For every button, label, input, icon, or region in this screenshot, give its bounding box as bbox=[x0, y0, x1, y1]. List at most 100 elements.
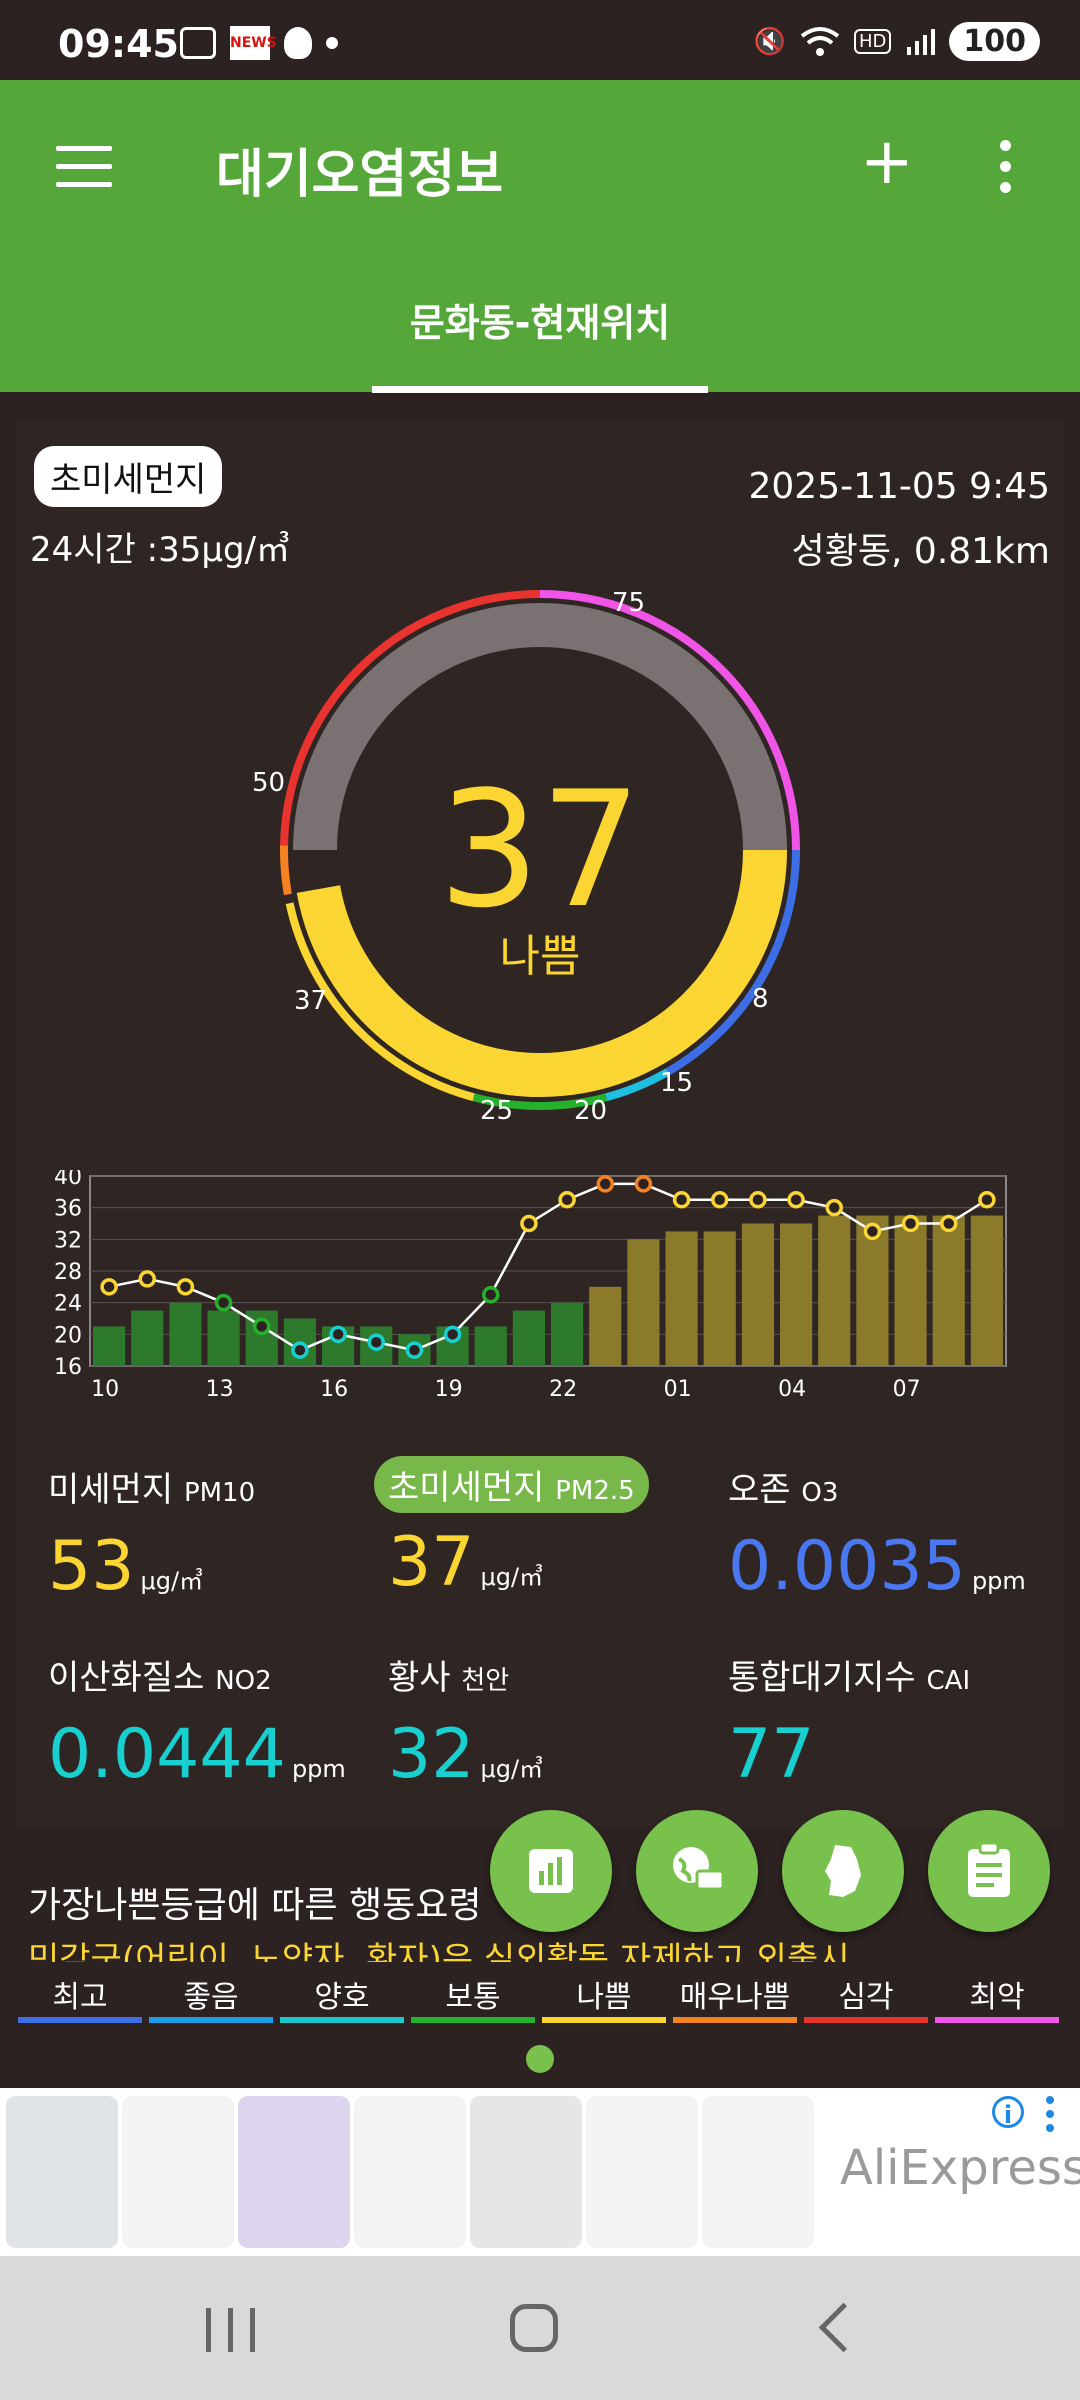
x-tick-label: 07 bbox=[893, 1377, 921, 1402]
metric-name: 통합대기지수 bbox=[728, 1658, 916, 1698]
chart-point bbox=[978, 1191, 996, 1209]
measure-datetime: 2025-11-05 9:45 bbox=[748, 466, 1051, 507]
page-indicator bbox=[526, 2045, 554, 2073]
pollutant-selector[interactable]: 초미세먼지 bbox=[34, 446, 223, 507]
ad-product-image[interactable] bbox=[470, 2096, 582, 2248]
system-icons: 🔇 HD 100 bbox=[754, 22, 1040, 61]
metric-name: 미세먼지 bbox=[48, 1470, 174, 1510]
metric-pm10[interactable]: 미세먼지 PM10 53 μg/㎥ bbox=[48, 1462, 378, 1621]
ad-banner[interactable]: AliExpress i bbox=[0, 2088, 1080, 2256]
ad-more-icon[interactable] bbox=[1046, 2096, 1054, 2138]
gauge-label-8: 8 bbox=[752, 984, 769, 1014]
legend-label: 나쁨 bbox=[576, 1980, 632, 2015]
metric-name: 초미세먼지 bbox=[388, 1468, 545, 1508]
metric-o3[interactable]: 오존 O3 0.0035 ppm bbox=[728, 1462, 1058, 1621]
bar-chart-icon bbox=[529, 1849, 573, 1893]
ad-product-image[interactable] bbox=[586, 2096, 698, 2248]
metric-sub: 천안 bbox=[461, 1666, 510, 1696]
metric-sub: O3 bbox=[801, 1478, 839, 1508]
x-tick-label: 10 bbox=[91, 1377, 119, 1402]
x-tick-label: 04 bbox=[778, 1377, 806, 1402]
y-tick-label: 16 bbox=[54, 1355, 82, 1380]
system-nav-bar bbox=[0, 2256, 1080, 2400]
metric-sub: NO2 bbox=[215, 1666, 272, 1696]
metric-sub: CAI bbox=[926, 1666, 971, 1696]
gauge-label-75: 75 bbox=[612, 588, 646, 618]
gauge-grade: 나쁨 bbox=[499, 931, 581, 982]
wifi-icon bbox=[800, 26, 840, 56]
metric-unit: μg/㎥ bbox=[140, 1567, 204, 1595]
y-tick-label: 24 bbox=[54, 1292, 82, 1317]
chart-point bbox=[634, 1175, 653, 1193]
chart-bar bbox=[207, 1310, 240, 1366]
chart-point bbox=[253, 1317, 271, 1336]
chart-point bbox=[176, 1278, 195, 1296]
status-time: 09:45 bbox=[58, 22, 179, 66]
add-location-button[interactable]: + bbox=[860, 130, 914, 194]
chart-bar bbox=[970, 1215, 1003, 1366]
back-button[interactable] bbox=[818, 2302, 869, 2353]
legend-color-line bbox=[18, 2017, 142, 2023]
metric-pm25[interactable]: 초미세먼지 PM2.5 37 μg/㎥ bbox=[374, 1456, 718, 1617]
korea-map-button[interactable] bbox=[782, 1810, 904, 1932]
y-tick-label: 36 bbox=[54, 1197, 82, 1222]
guide-button[interactable] bbox=[928, 1810, 1050, 1932]
chart-point bbox=[787, 1191, 805, 1209]
metric-no2[interactable]: 이산화질소 NO2 0.0444 ppm bbox=[48, 1650, 378, 1809]
recent-apps-button[interactable] bbox=[206, 2308, 258, 2352]
hd-icon: HD bbox=[853, 29, 892, 54]
legend-color-line bbox=[935, 2017, 1059, 2023]
home-button[interactable] bbox=[510, 2304, 558, 2352]
chart-point bbox=[596, 1175, 614, 1193]
chart-point bbox=[825, 1198, 843, 1217]
metric-unit: μg/㎥ bbox=[480, 1563, 544, 1591]
legend-label: 보통 bbox=[445, 1980, 501, 2015]
chart-point bbox=[291, 1341, 309, 1359]
chart-button[interactable] bbox=[490, 1810, 612, 1932]
chart-bar bbox=[932, 1215, 965, 1366]
app-bar: 대기오염정보 + 문화동-현재위치 bbox=[0, 80, 1080, 392]
metric-sub: PM2.5 bbox=[555, 1476, 635, 1506]
legend-color-line bbox=[673, 2017, 797, 2023]
chart-bar bbox=[818, 1215, 851, 1366]
metric-name: 오존 bbox=[728, 1470, 791, 1510]
ad-brand[interactable]: AliExpress bbox=[840, 2140, 1080, 2196]
chart-bar bbox=[703, 1231, 736, 1366]
screenshot-icon bbox=[180, 27, 216, 59]
ad-product-image[interactable] bbox=[6, 2096, 118, 2248]
globe-chat-icon bbox=[673, 1847, 725, 1891]
chart-point bbox=[367, 1333, 385, 1351]
signal-icon bbox=[907, 28, 936, 55]
ad-product-image[interactable] bbox=[354, 2096, 466, 2248]
legend-label: 심각 bbox=[838, 1980, 894, 2015]
tab-current-location[interactable]: 문화동-현재위치 bbox=[0, 292, 1080, 347]
legend-label: 최고 bbox=[52, 1980, 108, 2015]
chart-point bbox=[711, 1191, 729, 1209]
metric-cai[interactable]: 통합대기지수 CAI 77 bbox=[728, 1650, 1058, 1795]
ad-product-image[interactable] bbox=[238, 2096, 350, 2248]
chart-bar bbox=[780, 1223, 813, 1366]
chart-bar bbox=[665, 1231, 698, 1366]
ad-product-image[interactable] bbox=[122, 2096, 234, 2248]
y-tick-label: 28 bbox=[54, 1260, 82, 1285]
world-air-button[interactable] bbox=[636, 1810, 758, 1932]
ad-info-icon[interactable]: i bbox=[992, 2096, 1024, 2129]
chart-point bbox=[901, 1214, 920, 1233]
x-tick-label: 22 bbox=[549, 1377, 577, 1402]
x-tick-label: 16 bbox=[320, 1377, 348, 1402]
metric-name: 황사 bbox=[388, 1658, 451, 1698]
battery-indicator: 100 bbox=[949, 22, 1040, 61]
ad-product-image[interactable] bbox=[702, 2096, 814, 2248]
more-options-icon[interactable] bbox=[1000, 140, 1014, 203]
status-bar: 09:45 NEWS 🔇 HD 100 bbox=[0, 0, 1080, 80]
x-tick-label: 19 bbox=[435, 1377, 463, 1402]
legend-label: 양호 bbox=[314, 1980, 370, 2015]
metric-value: 37 bbox=[388, 1523, 475, 1602]
metric-yellow-dust[interactable]: 황사 천안 32 μg/㎥ bbox=[388, 1650, 718, 1809]
menu-icon[interactable] bbox=[56, 146, 112, 188]
chart-point bbox=[863, 1222, 882, 1241]
metric-unit: μg/㎥ bbox=[480, 1755, 544, 1783]
metric-unit: ppm bbox=[971, 1567, 1026, 1595]
chart-bar bbox=[894, 1215, 927, 1366]
y-tick-label: 20 bbox=[54, 1323, 82, 1348]
